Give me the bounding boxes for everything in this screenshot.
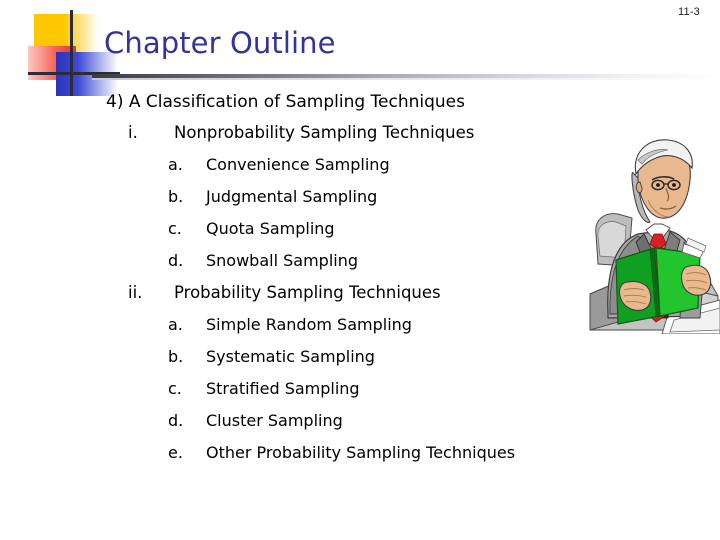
outline-section: i. Nonprobability Sampling Techniques bbox=[0, 123, 600, 155]
outline-item-marker: d. bbox=[168, 251, 184, 270]
page-title: Chapter Outline bbox=[104, 26, 336, 60]
outline-item-label: Quota Sampling bbox=[206, 219, 335, 238]
outline-item-label: Convenience Sampling bbox=[206, 155, 390, 174]
outline-item-label: Cluster Sampling bbox=[206, 411, 343, 430]
right-hand-shape bbox=[680, 264, 712, 296]
outline-section-marker: ii. bbox=[128, 283, 143, 302]
outline-item: d. Snowball Sampling bbox=[0, 251, 600, 283]
businessman-reading-folder-clipart bbox=[588, 138, 720, 334]
outline-section-marker: i. bbox=[128, 123, 138, 142]
outline-item-marker: c. bbox=[168, 219, 182, 238]
outline-item: d. Cluster Sampling bbox=[0, 411, 600, 443]
logo-vertical-line bbox=[70, 10, 73, 96]
outline-list: 4) A Classification of Sampling Techniqu… bbox=[0, 92, 600, 475]
outline-item-marker: d. bbox=[168, 411, 184, 430]
outline-item: c. Quota Sampling bbox=[0, 219, 600, 251]
outline-item-label: Other Probability Sampling Techniques bbox=[206, 443, 516, 462]
outline-item: c. Stratified Sampling bbox=[0, 379, 600, 411]
outline-heading-label: 4) A Classification of Sampling Techniqu… bbox=[106, 92, 465, 112]
outline-section-label: Nonprobability Sampling Techniques bbox=[174, 123, 475, 142]
outline-item: e. Other Probability Sampling Techniques bbox=[0, 443, 600, 475]
outline-item-marker: a. bbox=[168, 315, 183, 334]
outline-item: a. Convenience Sampling bbox=[0, 155, 600, 187]
outline-item-marker: e. bbox=[168, 443, 183, 462]
outline-item: b. Judgmental Sampling bbox=[0, 187, 600, 219]
outline-section: ii. Probability Sampling Techniques bbox=[0, 283, 600, 315]
outline-item: a. Simple Random Sampling bbox=[0, 315, 600, 347]
slide-header: Chapter Outline bbox=[0, 0, 720, 96]
outline-item-marker: a. bbox=[168, 155, 183, 174]
outline-item-marker: b. bbox=[168, 187, 184, 206]
outline-item-label: Judgmental Sampling bbox=[206, 187, 378, 206]
outline-item: b. Systematic Sampling bbox=[0, 347, 600, 379]
outline-item-marker: b. bbox=[168, 347, 184, 366]
head-shape bbox=[631, 139, 693, 223]
outline-item-label: Snowball Sampling bbox=[206, 251, 358, 270]
outline-heading: 4) A Classification of Sampling Techniqu… bbox=[0, 92, 600, 123]
outline-item-label: Systematic Sampling bbox=[206, 347, 375, 366]
outline-item-label: Stratified Sampling bbox=[206, 379, 360, 398]
outline-item-marker: c. bbox=[168, 379, 182, 398]
outline-section-label: Probability Sampling Techniques bbox=[174, 283, 441, 302]
title-divider-shadow bbox=[92, 78, 720, 80]
outline-item-label: Simple Random Sampling bbox=[206, 315, 412, 334]
